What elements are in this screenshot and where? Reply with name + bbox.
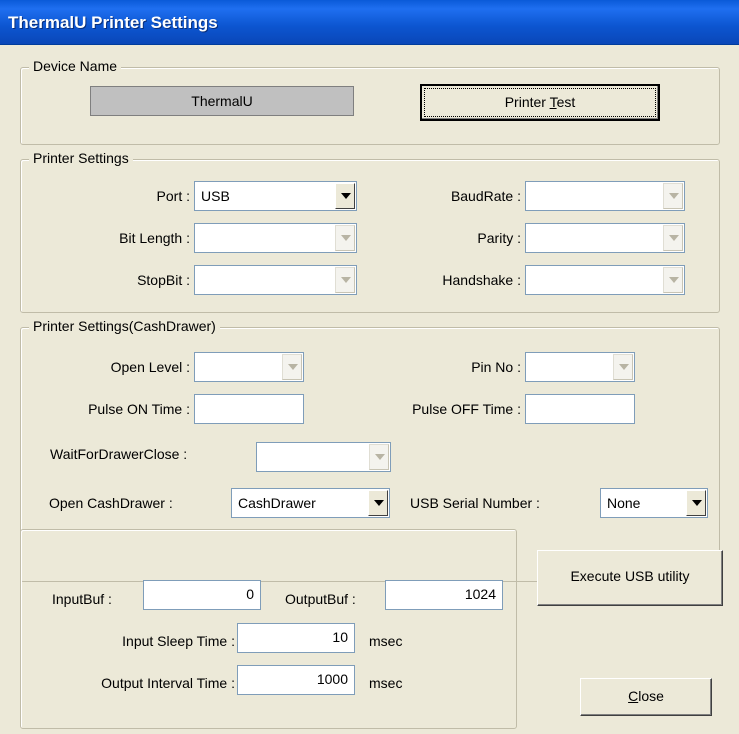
device-name-field: ThermalU xyxy=(90,86,354,116)
port-select[interactable]: USB xyxy=(194,181,357,211)
bitlength-label: Bit Length : xyxy=(119,230,190,246)
usb-serial-select[interactable]: None xyxy=(600,488,708,518)
open-level-label: Open Level : xyxy=(110,359,190,375)
chevron-down-icon[interactable] xyxy=(613,354,633,380)
chevron-down-icon[interactable] xyxy=(663,267,683,293)
chevron-down-icon[interactable] xyxy=(686,490,706,516)
baudrate-select[interactable] xyxy=(525,181,685,211)
outputbuf-input[interactable]: 1024 xyxy=(385,580,503,610)
wait-close-select[interactable] xyxy=(256,442,391,472)
wait-close-label: WaitForDrawerClose : xyxy=(50,446,188,462)
chevron-down-icon[interactable] xyxy=(368,490,388,516)
output-interval-input[interactable]: 1000 xyxy=(237,665,355,695)
close-button[interactable]: Close xyxy=(580,678,712,716)
chevron-down-icon[interactable] xyxy=(282,354,302,380)
handshake-label: Handshake : xyxy=(442,272,521,288)
port-value: USB xyxy=(201,188,230,204)
chevron-down-icon[interactable] xyxy=(663,225,683,251)
printer-test-button[interactable]: Printer Test xyxy=(420,84,660,121)
chevron-down-icon[interactable] xyxy=(335,225,355,251)
inputbuf-label: InputBuf : xyxy=(52,591,112,607)
open-drawer-label: Open CashDrawer : xyxy=(49,495,173,511)
dialog-body: Device Name ThermalU Printer Test Printe… xyxy=(0,45,739,734)
device-name-group-label: Device Name xyxy=(29,58,122,74)
pulse-off-label: Pulse OFF Time : xyxy=(412,401,521,417)
parity-select[interactable] xyxy=(525,223,685,253)
outputbuf-label: OutputBuf : xyxy=(285,591,356,607)
open-drawer-value: CashDrawer xyxy=(238,495,316,511)
open-drawer-select[interactable]: CashDrawer xyxy=(231,488,390,518)
printer-settings-group-label: Printer Settings xyxy=(29,150,133,166)
port-label: Port : xyxy=(156,188,190,204)
usb-serial-value: None xyxy=(607,495,641,511)
baudrate-label: BaudRate : xyxy=(450,188,521,204)
pulse-on-label: Pulse ON Time : xyxy=(88,401,190,417)
title-bar[interactable]: ThermalU Printer Settings xyxy=(0,0,739,45)
stopbit-label: StopBit : xyxy=(137,272,190,288)
chevron-down-icon[interactable] xyxy=(335,267,355,293)
chevron-down-icon[interactable] xyxy=(369,444,389,470)
chevron-down-icon[interactable] xyxy=(663,183,683,209)
pulse-off-input[interactable] xyxy=(525,394,635,424)
execute-usb-utility-label: Execute USB utility xyxy=(570,568,690,584)
execute-usb-utility-button[interactable]: Execute USB utility xyxy=(537,550,723,606)
open-level-select[interactable] xyxy=(194,352,304,382)
usb-serial-label: USB Serial Number : xyxy=(410,495,540,511)
window-title: ThermalU Printer Settings xyxy=(8,13,218,32)
stopbit-select[interactable] xyxy=(194,265,357,295)
pin-no-label: Pin No : xyxy=(471,359,521,375)
bitlength-select[interactable] xyxy=(194,223,357,253)
cashdrawer-group-label: Printer Settings(CashDrawer) xyxy=(29,318,220,334)
input-sleep-input[interactable]: 10 xyxy=(237,623,355,653)
close-label: Close xyxy=(628,688,664,704)
parity-label: Parity : xyxy=(477,230,521,246)
output-interval-unit: msec xyxy=(369,675,403,691)
input-sleep-label: Input Sleep Time : xyxy=(122,633,235,649)
chevron-down-icon[interactable] xyxy=(335,183,355,209)
printer-test-label: Printer Test xyxy=(504,94,576,110)
pulse-on-input[interactable] xyxy=(194,394,304,424)
handshake-select[interactable] xyxy=(525,265,685,295)
input-sleep-unit: msec xyxy=(369,633,403,649)
inputbuf-input[interactable]: 0 xyxy=(143,580,261,610)
pin-no-select[interactable] xyxy=(525,352,635,382)
output-interval-label: Output Interval Time : xyxy=(101,675,235,691)
